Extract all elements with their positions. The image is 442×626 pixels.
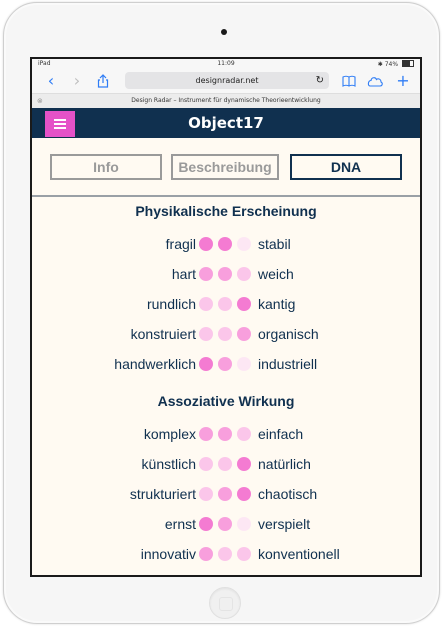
rating-dot[interactable] — [218, 267, 232, 281]
dna-row: konstruiert organisch — [32, 324, 420, 344]
object-title: Object17 — [188, 114, 264, 132]
left-attribute: strukturiert — [129, 486, 196, 502]
close-tab-icon[interactable]: ⊗ — [37, 94, 43, 108]
right-attribute: kantig — [258, 296, 296, 312]
browser-tab[interactable]: ⊗ Design Radar – Instrument für dynamisc… — [32, 93, 420, 109]
tab-page-title: Design Radar – Instrument für dynamische… — [131, 97, 321, 104]
url-text: designradar.net — [195, 76, 259, 85]
left-attribute: komplex — [143, 426, 196, 442]
rating-dot[interactable] — [199, 427, 213, 441]
status-bar: iPad 11:09 ✱ 74% — [32, 59, 420, 69]
rating-dot[interactable] — [199, 357, 213, 371]
right-attribute: organisch — [258, 326, 319, 342]
left-attribute: innovativ — [140, 546, 196, 562]
rating-dot[interactable] — [218, 547, 232, 561]
rating-dot[interactable] — [199, 297, 213, 311]
right-attribute: konventionell — [258, 546, 340, 562]
dna-row: hart weich — [32, 264, 420, 284]
dna-row: innovativ konventionell — [32, 544, 420, 564]
rating-dot[interactable] — [237, 517, 251, 531]
rating-dot[interactable] — [237, 267, 251, 281]
tab-dna[interactable]: DNA — [290, 154, 402, 180]
screen: iPad 11:09 ✱ 74% ‹ › designradar.net ↻ +… — [30, 57, 422, 577]
rating-dot[interactable] — [199, 237, 213, 251]
battery-percent: 74% — [384, 61, 399, 68]
app-header: Object17 — [32, 108, 420, 138]
dna-row: strukturiert chaotisch — [32, 484, 420, 504]
dna-row: komplex einfach — [32, 424, 420, 444]
section-title: Assoziative Wirkung — [157, 393, 295, 409]
rating-dot[interactable] — [237, 357, 251, 371]
reload-icon[interactable]: ↻ — [316, 72, 324, 89]
rating-dot[interactable] — [199, 517, 213, 531]
rating-dot[interactable] — [237, 237, 251, 251]
right-attribute: weich — [258, 266, 294, 282]
camera-icon — [221, 29, 227, 35]
rating-dot[interactable] — [218, 487, 232, 501]
back-icon[interactable]: ‹ — [42, 71, 60, 91]
reader-icon[interactable] — [340, 71, 358, 91]
rating-dot[interactable] — [199, 267, 213, 281]
dna-row: künstlich natürlich — [32, 454, 420, 474]
rating-dot[interactable] — [218, 357, 232, 371]
rating-dot[interactable] — [218, 237, 232, 251]
right-attribute: chaotisch — [258, 486, 318, 502]
rating-dot[interactable] — [218, 327, 232, 341]
left-attribute: ernst — [164, 516, 196, 532]
status-right: ✱ 74% — [378, 60, 414, 68]
rating-dot[interactable] — [218, 517, 232, 531]
section-title: Physikalische Erscheinung — [135, 203, 317, 219]
tab-bar: Info Beschreibung DNA — [32, 138, 420, 197]
rating-dot[interactable] — [199, 327, 213, 341]
rating-dot[interactable] — [237, 547, 251, 561]
rating-dot[interactable] — [237, 427, 251, 441]
dna-row: ernst verspielt — [32, 514, 420, 534]
forward-icon[interactable]: › — [68, 71, 86, 91]
home-button[interactable] — [209, 587, 241, 619]
dna-row: fragil stabil — [32, 234, 420, 254]
rating-dot[interactable] — [218, 457, 232, 471]
address-bar[interactable]: designradar.net ↻ — [125, 72, 329, 89]
rating-dot[interactable] — [237, 297, 251, 311]
left-attribute: künstlich — [141, 456, 196, 472]
tab-beschreibung[interactable]: Beschreibung — [171, 154, 279, 180]
rating-dot[interactable] — [237, 457, 251, 471]
left-attribute: fragil — [165, 236, 196, 252]
share-icon[interactable] — [94, 71, 112, 91]
left-attribute: rundlich — [146, 296, 196, 312]
bluetooth-icon: ✱ — [377, 61, 383, 68]
dna-row: handwerklich industriell — [32, 354, 420, 374]
right-attribute: natürlich — [258, 456, 311, 472]
tab-info[interactable]: Info — [50, 154, 162, 180]
ipad-frame: iPad 11:09 ✱ 74% ‹ › designradar.net ↻ +… — [3, 2, 440, 624]
rating-dot[interactable] — [199, 457, 213, 471]
browser-toolbar: ‹ › designradar.net ↻ + — [32, 69, 420, 93]
rating-dot[interactable] — [218, 427, 232, 441]
right-attribute: stabil — [258, 236, 291, 252]
rating-dot[interactable] — [237, 327, 251, 341]
dna-row: rundlich kantig — [32, 294, 420, 314]
cloud-icon[interactable] — [366, 71, 384, 91]
right-attribute: verspielt — [258, 516, 311, 532]
left-attribute: hart — [171, 266, 196, 282]
plus-icon[interactable]: + — [394, 71, 412, 91]
battery-icon — [402, 60, 414, 67]
rating-dot[interactable] — [237, 487, 251, 501]
rating-dot[interactable] — [218, 297, 232, 311]
status-time: 11:09 — [217, 60, 235, 67]
left-attribute: konstruiert — [130, 326, 196, 342]
right-attribute: einfach — [258, 426, 304, 442]
left-attribute: handwerklich — [114, 356, 196, 372]
rating-dot[interactable] — [199, 487, 213, 501]
right-attribute: industriell — [258, 356, 318, 372]
rating-dot[interactable] — [199, 547, 213, 561]
